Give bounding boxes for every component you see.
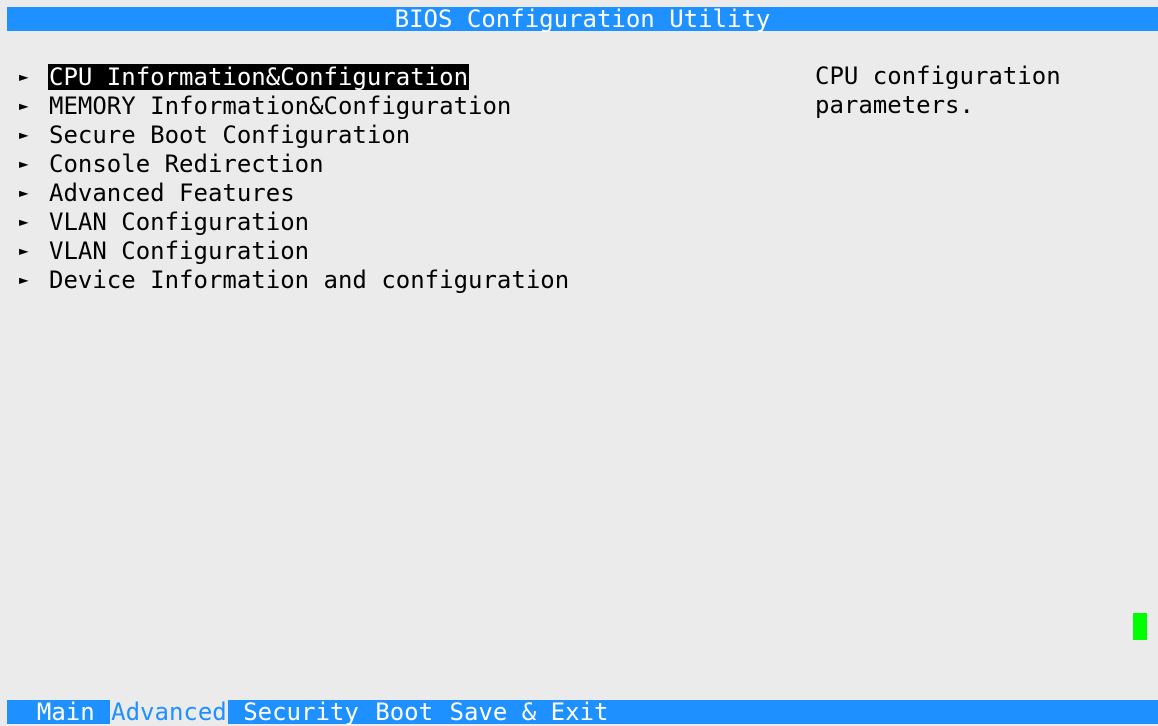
menu-item-memory[interactable]: ► MEMORY Information&Configuration [19, 91, 570, 120]
tab-spacer [228, 698, 242, 726]
submenu-arrow-icon: ► [19, 183, 29, 202]
menu-item-label: VLAN Configuration [49, 207, 310, 236]
title-bar: BIOS Configuration Utility [7, 7, 1158, 31]
tab-bar: Main Advanced Security Boot Save & Exit [7, 700, 1158, 724]
menu-item-label: Device Information and configuration [49, 265, 570, 294]
menu-item-label: MEMORY Information&Configuration [49, 91, 512, 120]
submenu-arrow-icon: ► [19, 212, 29, 231]
menu-item-device-information[interactable]: ► Device Information and configuration [19, 265, 570, 294]
tab-main[interactable]: Main [36, 700, 96, 724]
advanced-menu: ► CPU Information&Configuration ► MEMORY… [19, 62, 570, 294]
menu-item-console-redirection[interactable]: ► Console Redirection [19, 149, 570, 178]
text-cursor [1133, 613, 1147, 640]
tab-spacer [7, 698, 36, 726]
help-text-line: parameters. [815, 91, 974, 119]
submenu-arrow-icon: ► [19, 241, 29, 260]
tab-save-exit[interactable]: Save & Exit [449, 700, 610, 724]
submenu-arrow-icon: ► [19, 67, 29, 86]
menu-item-advanced-features[interactable]: ► Advanced Features [19, 178, 570, 207]
menu-item-label: CPU Information&Configuration [48, 62, 470, 91]
tab-spacer [360, 698, 374, 726]
tab-security[interactable]: Security [242, 700, 360, 724]
submenu-arrow-icon: ► [19, 125, 29, 144]
submenu-arrow-icon: ► [19, 270, 29, 289]
menu-item-label: Advanced Features [49, 178, 295, 207]
tab-advanced[interactable]: Advanced [110, 700, 228, 724]
menu-item-secure-boot[interactable]: ► Secure Boot Configuration [19, 120, 570, 149]
menu-item-label: Secure Boot Configuration [49, 120, 411, 149]
help-panel: CPU configuration parameters. [815, 62, 1115, 120]
submenu-arrow-icon: ► [19, 96, 29, 115]
help-text-line: CPU configuration [815, 62, 1061, 90]
menu-item-label: VLAN Configuration [49, 236, 310, 265]
menu-item-cpu[interactable]: ► CPU Information&Configuration [19, 62, 570, 91]
submenu-arrow-icon: ► [19, 154, 29, 173]
menu-item-vlan-configuration-1[interactable]: ► VLAN Configuration [19, 207, 570, 236]
tab-boot[interactable]: Boot [374, 700, 434, 724]
tab-spacer [434, 698, 448, 726]
tab-spacer [96, 698, 110, 726]
menu-item-vlan-configuration-2[interactable]: ► VLAN Configuration [19, 236, 570, 265]
menu-item-label: Console Redirection [49, 149, 324, 178]
